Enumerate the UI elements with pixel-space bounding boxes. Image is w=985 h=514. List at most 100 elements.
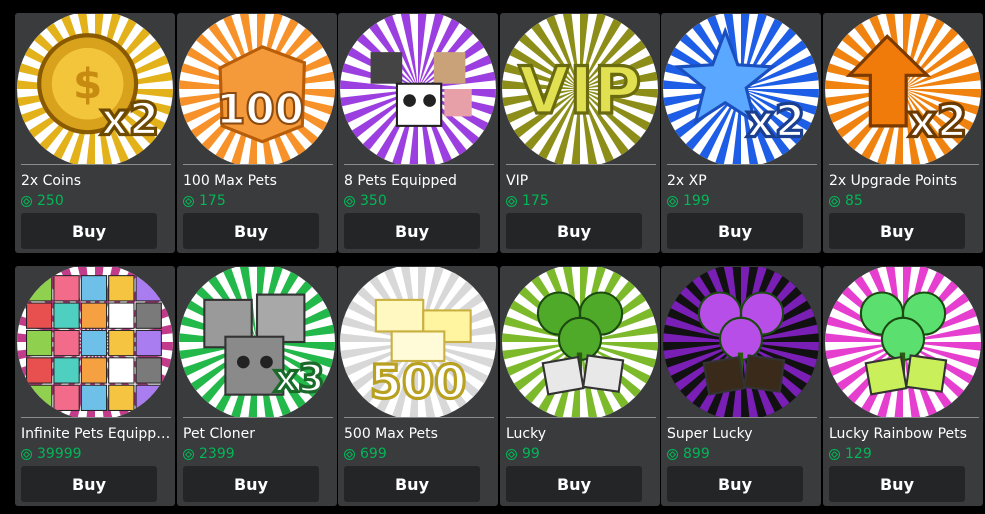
divider — [667, 164, 817, 165]
robux-icon — [21, 195, 32, 207]
item-name: Super Lucky — [667, 426, 753, 442]
robux-icon — [183, 195, 194, 207]
robux-icon — [344, 448, 355, 460]
item-name: Pet Cloner — [183, 426, 255, 442]
gold-coin-x2-icon[interactable]: $ x2 — [16, 14, 174, 164]
gamepass-card[interactable]: 500 500 Max Pets 699 Buy — [338, 266, 498, 506]
price-value: 175 — [199, 193, 226, 209]
item-name: 2x Coins — [21, 173, 82, 189]
gamepass-card[interactable]: 8 Pets Equipped 350 Buy — [338, 13, 498, 253]
price-value: 699 — [360, 446, 387, 462]
svg-text:x3: x3 — [274, 357, 325, 401]
buy-button[interactable]: Buy — [183, 466, 319, 502]
gamepass-card[interactable]: Infinite Pets Equipped 39999 Buy — [15, 266, 175, 506]
divider — [506, 164, 656, 165]
price-value: 99 — [522, 446, 540, 462]
cat-clone-x3-icon[interactable]: x3 — [178, 267, 336, 417]
orange-arrow-x2-icon[interactable]: x2 — [824, 14, 982, 164]
gamepass-card[interactable]: VIP VIP 175 Buy — [500, 13, 660, 253]
item-name: 500 Max Pets — [344, 426, 438, 442]
divider — [21, 164, 171, 165]
item-price: 99 — [506, 445, 540, 463]
item-name: Infinite Pets Equipped — [21, 426, 171, 442]
item-price: 85 — [829, 192, 863, 210]
price-value: 175 — [522, 193, 549, 209]
buy-button[interactable]: Buy — [829, 213, 965, 249]
white-crates-500-icon[interactable]: 500 — [339, 267, 497, 417]
gamepass-card[interactable]: Super Lucky 899 Buy — [661, 266, 821, 506]
pets-group-icon[interactable] — [339, 14, 497, 164]
gamepass-card[interactable]: x2 2x XP 199 Buy — [661, 13, 821, 253]
gamepass-card[interactable]: x2 2x Upgrade Points 85 Buy — [823, 13, 983, 253]
item-price: 175 — [506, 192, 549, 210]
divider — [344, 164, 494, 165]
buy-button[interactable]: Buy — [506, 466, 642, 502]
buy-button[interactable]: Buy — [829, 466, 965, 502]
svg-text:x2: x2 — [746, 96, 805, 147]
orange-crate-100-icon[interactable]: 100 — [178, 14, 336, 164]
item-price: 175 — [183, 192, 226, 210]
svg-text:100: 100 — [216, 85, 304, 134]
gamepass-card[interactable]: Lucky Rainbow Pets 129 Buy — [823, 266, 983, 506]
gamepass-card[interactable]: Lucky 99 Buy — [500, 266, 660, 506]
rainbow-clover-dice-icon[interactable] — [824, 267, 982, 417]
robux-icon — [344, 195, 355, 207]
item-name: Lucky Rainbow Pets — [829, 426, 967, 442]
buy-button[interactable]: Buy — [667, 466, 803, 502]
svg-text:x2: x2 — [100, 94, 159, 145]
item-name: VIP — [506, 173, 529, 189]
svg-text:VIP: VIP — [519, 53, 642, 129]
robux-icon — [829, 195, 840, 207]
price-value: 350 — [360, 193, 387, 209]
robux-icon — [667, 448, 678, 460]
blue-star-x2-icon[interactable]: x2 — [662, 14, 820, 164]
price-value: 2399 — [199, 446, 235, 462]
gamepass-card[interactable]: $ x2 2x Coins 250 Buy — [15, 13, 175, 253]
gamepass-store-grid: $ x2 2x Coins 250 Buy 100 100 Max Pets 17… — [0, 0, 985, 514]
item-price: 699 — [344, 445, 387, 463]
buy-button[interactable]: Buy — [344, 466, 480, 502]
item-name: Lucky — [506, 426, 547, 442]
vip-icon[interactable]: VIP — [501, 14, 659, 164]
item-name: 8 Pets Equipped — [344, 173, 457, 189]
gamepass-card[interactable]: 100 100 Max Pets 175 Buy — [177, 13, 337, 253]
buy-button[interactable]: Buy — [506, 213, 642, 249]
many-pets-icon[interactable] — [16, 267, 174, 417]
price-value: 899 — [683, 446, 710, 462]
item-price: 199 — [667, 192, 710, 210]
robux-icon — [506, 448, 517, 460]
item-price: 899 — [667, 445, 710, 463]
purple-clover-dice-icon[interactable] — [662, 267, 820, 417]
divider — [344, 417, 494, 418]
divider — [506, 417, 656, 418]
price-value: 129 — [845, 446, 872, 462]
item-price: 39999 — [21, 445, 82, 463]
buy-button[interactable]: Buy — [21, 466, 157, 502]
clover-dice-icon[interactable] — [501, 267, 659, 417]
robux-icon — [183, 448, 194, 460]
item-name: 2x XP — [667, 173, 707, 189]
price-value: 199 — [683, 193, 710, 209]
item-price: 350 — [344, 192, 387, 210]
svg-text:500: 500 — [370, 355, 467, 409]
robux-icon — [829, 448, 840, 460]
robux-icon — [667, 195, 678, 207]
divider — [183, 164, 333, 165]
divider — [183, 417, 333, 418]
item-price: 2399 — [183, 445, 235, 463]
buy-button[interactable]: Buy — [183, 213, 319, 249]
gamepass-card[interactable]: x3 Pet Cloner 2399 Buy — [177, 266, 337, 506]
buy-button[interactable]: Buy — [667, 213, 803, 249]
item-name: 100 Max Pets — [183, 173, 277, 189]
robux-icon — [506, 195, 517, 207]
svg-text:$: $ — [73, 59, 102, 108]
buy-button[interactable]: Buy — [344, 213, 480, 249]
divider — [21, 417, 171, 418]
buy-button[interactable]: Buy — [21, 213, 157, 249]
price-value: 39999 — [37, 446, 82, 462]
robux-icon — [21, 448, 32, 460]
divider — [667, 417, 817, 418]
divider — [829, 417, 979, 418]
item-price: 129 — [829, 445, 872, 463]
item-price: 250 — [21, 192, 64, 210]
